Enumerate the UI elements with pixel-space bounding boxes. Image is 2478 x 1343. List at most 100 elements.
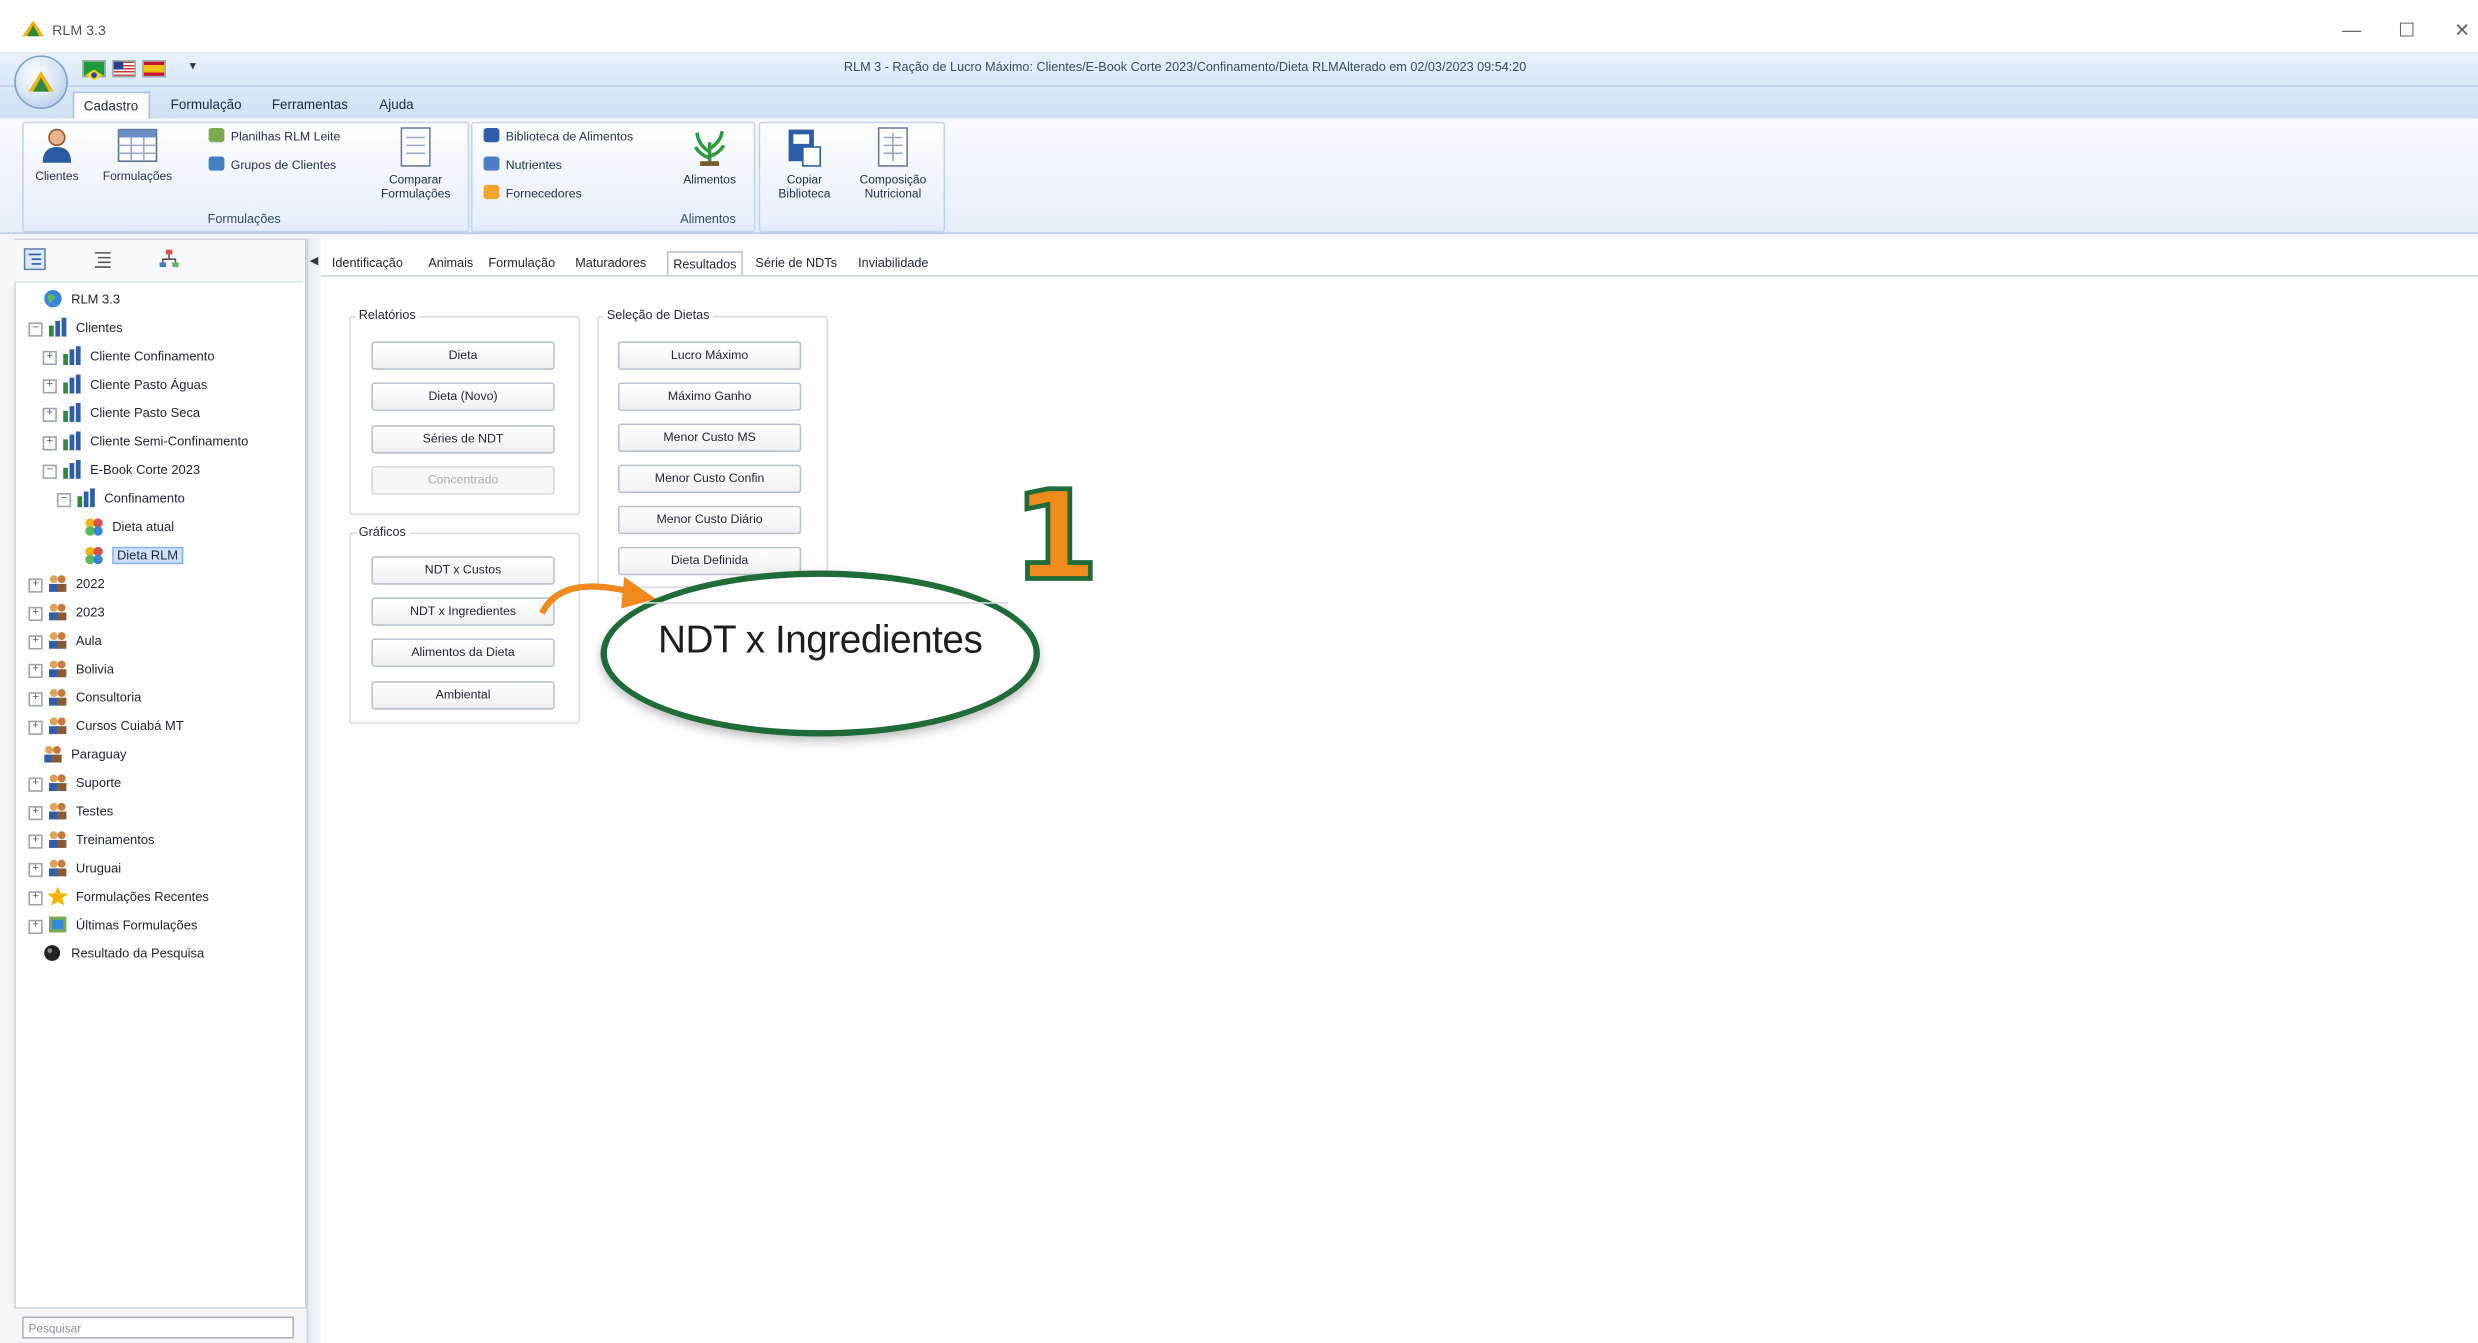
expand-toggle-icon[interactable]: +	[28, 891, 43, 906]
tab-animais[interactable]: Animais	[428, 251, 473, 275]
lucro-maximo-button[interactable]: Lucro Máximo	[617, 341, 802, 370]
dieta-button[interactable]: Dieta	[371, 341, 555, 370]
tab-ferramentas[interactable]: Ferramentas	[262, 92, 357, 117]
tree-node[interactable]: + Uruguai	[28, 855, 121, 883]
formulacoes-label: Formulações	[102, 169, 173, 184]
tree-node[interactable]: Dieta atual	[84, 514, 174, 542]
alimentos-button[interactable]: Alimentos	[672, 126, 748, 186]
tab-cadastro[interactable]: Cadastro	[72, 91, 150, 119]
tab-resultados[interactable]: Resultados	[666, 251, 743, 277]
tree-node[interactable]: + Cliente Pasto Seca	[42, 400, 200, 428]
expand-toggle-icon[interactable]: −	[42, 464, 57, 479]
tree-node[interactable]: + Bolivia	[28, 656, 114, 684]
tree-node[interactable]: + Testes	[28, 798, 113, 826]
tree-node[interactable]: − Confinamento	[56, 485, 185, 513]
expand-toggle-icon[interactable]: +	[42, 379, 57, 394]
maximize-button[interactable]: ☐	[2391, 19, 2423, 41]
expand-toggle-icon[interactable]: +	[28, 720, 43, 735]
ndt-x-custos-button[interactable]: NDT x Custos	[371, 556, 555, 585]
tree-node[interactable]: + Suporte	[28, 770, 121, 798]
expand-toggle-icon[interactable]: +	[28, 606, 43, 622]
expand-toggle-icon[interactable]: +	[28, 919, 43, 935]
expand-toggle-icon[interactable]: +	[42, 436, 57, 451]
list-view-icon[interactable]	[92, 248, 114, 270]
hierarchy-view-icon[interactable]	[158, 248, 180, 270]
alimentos-da-dieta-button[interactable]: Alimentos da Dieta	[371, 638, 555, 667]
tree-node[interactable]: + Formulações Recentes	[28, 883, 209, 911]
expand-toggle-icon[interactable]: +	[42, 407, 57, 422]
expand-toggle-icon[interactable]: +	[28, 663, 43, 678]
expand-toggle-icon[interactable]: +	[42, 350, 57, 366]
menor-custo-ms-button[interactable]: Menor Custo MS	[617, 423, 802, 452]
comparar-formulacoes-button[interactable]: Comparar Formulações	[370, 126, 462, 201]
expand-toggle-icon[interactable]: +	[28, 806, 43, 821]
tree-node[interactable]: +2022	[28, 571, 105, 599]
expand-toggle-icon[interactable]: +	[28, 777, 43, 792]
copiar-biblioteca-button[interactable]: Copiar Biblioteca	[765, 126, 844, 201]
tree-node-label: Paraguay	[71, 747, 127, 762]
tree-node[interactable]: +2023	[28, 599, 105, 627]
flag-brazil-icon[interactable]	[82, 60, 106, 81]
tree-node[interactable]: + Últimas Formulações	[28, 912, 197, 940]
expand-toggle-icon[interactable]: −	[56, 493, 72, 508]
clientes-button[interactable]: Clientes	[27, 126, 87, 183]
expand-toggle-icon[interactable]: +	[28, 635, 43, 650]
nutrientes-button[interactable]: Nutrientes	[483, 156, 562, 175]
tree-view-icon[interactable]	[23, 248, 46, 271]
biblioteca-de-alimentos-button[interactable]: Biblioteca de Alimentos	[483, 128, 633, 147]
maximo-ganho-button[interactable]: Máximo Ganho	[617, 382, 802, 411]
close-button[interactable]: ✕	[2446, 19, 2478, 41]
concentrado-button[interactable]: Concentrado	[371, 466, 555, 495]
tab-maturadores[interactable]: Maturadores	[575, 251, 646, 275]
tree-node[interactable]: + Cliente Semi-Confinamento	[42, 428, 248, 456]
tree-node[interactable]: Paraguay	[43, 741, 127, 769]
expand-toggle-icon[interactable]: +	[28, 578, 43, 593]
tree-node[interactable]: + Consultoria	[28, 684, 141, 712]
expand-toggle-icon[interactable]: +	[28, 862, 43, 878]
tree-node-label: Formulações Recentes	[75, 889, 209, 904]
menor-custo-diario-button[interactable]: Menor Custo Diário	[617, 505, 802, 535]
panel-splitter[interactable]: ◀	[306, 238, 321, 1343]
composicao-nutricional-button[interactable]: Composição Nutricional	[847, 126, 939, 201]
expand-toggle-icon[interactable]: +	[28, 834, 43, 849]
menor-custo-confin-button[interactable]: Menor Custo Confin	[617, 464, 802, 494]
collapse-arrow-icon[interactable]: ◀	[310, 254, 319, 267]
tree-node[interactable]: + Treinamentos	[28, 827, 155, 855]
series-de-ndt-button[interactable]: Séries de NDT	[371, 425, 555, 454]
tab-identificacao[interactable]: Identificação	[332, 251, 403, 275]
planilhas-rlm-leite-button[interactable]: Planilhas RLM Leite	[208, 128, 340, 147]
dieta-novo-button[interactable]: Dieta (Novo)	[371, 382, 555, 411]
tree-node[interactable]: + Cursos Cuiabá MT	[28, 713, 184, 741]
ndt-x-ingredientes-button[interactable]: NDT x Ingredientes	[371, 597, 555, 626]
tab-inviabilidade[interactable]: Inviabilidade	[858, 251, 928, 275]
people-group-icon	[48, 859, 67, 877]
flag-spain-icon[interactable]	[142, 60, 166, 78]
ambiental-button[interactable]: Ambiental	[371, 681, 555, 710]
tab-ajuda[interactable]: Ajuda	[370, 92, 423, 117]
tree-node[interactable]: − Clientes	[28, 314, 123, 342]
app-menu-button[interactable]	[14, 55, 68, 110]
expand-toggle-icon[interactable]: −	[28, 322, 43, 337]
tree-node[interactable]: − E-Book Corte 2023	[42, 457, 200, 485]
minimize-button[interactable]: —	[2336, 19, 2368, 41]
people-group-icon	[44, 745, 62, 763]
tab-formulacao[interactable]: Formulação	[161, 92, 251, 117]
tree-node[interactable]: Dieta RLM	[84, 542, 183, 570]
grupos-label: Grupos de Clientes	[230, 158, 337, 173]
tree-node[interactable]: Resultado da Pesquisa	[43, 940, 204, 968]
search-input[interactable]: Pesquisar	[22, 1316, 294, 1339]
formulacoes-button[interactable]: Formulações	[92, 126, 184, 183]
tree-node[interactable]: + Cliente Confinamento	[42, 343, 215, 371]
tab-serie-de-ndts[interactable]: Série de NDTs	[755, 251, 837, 275]
tree-node[interactable]: + Cliente Pasto Águas	[42, 371, 208, 399]
expand-toggle-icon[interactable]: +	[28, 692, 43, 707]
group-label-formulacoes: Formulações	[207, 211, 281, 226]
flag-usa-icon[interactable]	[112, 60, 136, 78]
tree-node[interactable]: + Aula	[28, 627, 102, 655]
grupos-de-clientes-button[interactable]: Grupos de Clientes	[208, 156, 337, 175]
tree-node[interactable]: RLM 3.3	[43, 286, 120, 314]
fornecedores-button[interactable]: Fornecedores	[483, 184, 582, 204]
qat-dropdown-icon[interactable]: ▾	[190, 58, 196, 72]
tree-node-label: Bolivia	[75, 662, 114, 677]
tab-formulacao-content[interactable]: Formulação	[488, 251, 555, 275]
